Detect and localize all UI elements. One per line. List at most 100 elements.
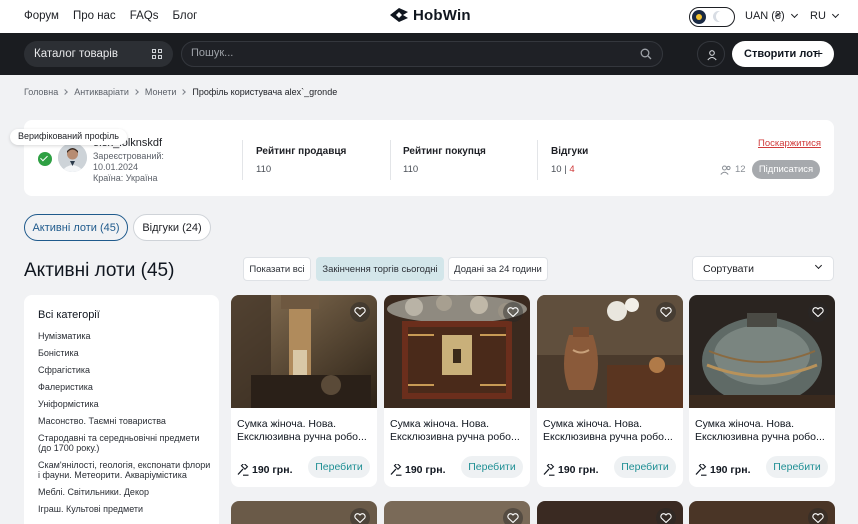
filter-ending-today[interactable]: Закінчення торгів сьогодні: [316, 257, 444, 281]
sort-label: Сортувати: [703, 263, 754, 275]
search-icon[interactable]: [640, 48, 652, 60]
chevron-right-icon: [180, 89, 187, 95]
chevron-down-icon: [814, 261, 823, 270]
heart-icon: [812, 513, 824, 523]
favorite-button[interactable]: [808, 508, 828, 524]
top-nav: Форум Про нас FAQs Блог HobWin UAN (₴) R…: [0, 0, 858, 33]
theme-toggle[interactable]: [689, 7, 735, 27]
currency-select[interactable]: UAN (₴): [745, 10, 798, 22]
create-lot-label: Створити лот: [744, 48, 819, 60]
reviews-summary: Відгуки 10 | 4: [551, 146, 588, 175]
buyer-rating-value: 110: [403, 164, 419, 175]
category-item[interactable]: Скам'янілості, геологія, експонати флори…: [38, 460, 213, 480]
category-item[interactable]: Масонство. Таємні товариства: [38, 416, 213, 426]
category-item[interactable]: Нумізматика: [38, 331, 213, 341]
verified-check-icon[interactable]: [38, 152, 52, 166]
create-lot-button[interactable]: Створити лот +: [732, 41, 834, 67]
product-title[interactable]: Сумка жіноча. Нова. Ексклюзивна ручна ро…: [695, 418, 831, 444]
product-card[interactable]: [231, 501, 377, 524]
product-title-line1: Сумка жіноча. Нова.: [543, 418, 643, 430]
heart-icon: [354, 307, 366, 317]
heart-icon: [507, 307, 519, 317]
product-card[interactable]: [384, 501, 530, 524]
breadcrumb-antiques[interactable]: Антикваріати: [74, 87, 129, 97]
favorite-button[interactable]: [503, 508, 523, 524]
nav-about-link[interactable]: Про нас: [73, 10, 116, 22]
favorite-button[interactable]: [350, 508, 370, 524]
outbid-button[interactable]: Перебити: [766, 456, 828, 478]
divider: [537, 140, 538, 180]
seller-rating-label: Рейтинг продавця: [256, 146, 347, 157]
catalog-button[interactable]: Каталог товарів: [24, 41, 173, 67]
logo-text: HobWin: [413, 6, 471, 24]
outbid-button[interactable]: Перебити: [614, 456, 676, 478]
category-item[interactable]: Стародавні та середньовічні предмети (до…: [38, 433, 213, 453]
breadcrumb-home[interactable]: Головна: [24, 87, 58, 97]
product-card[interactable]: Сумка жіноча. Нова. Ексклюзивна ручна ро…: [231, 295, 377, 487]
nav-forum-link[interactable]: Форум: [24, 10, 59, 22]
registered-date: Зареєстрований: 10.01.2024: [93, 151, 164, 172]
filter-added-24h[interactable]: Додані за 24 години: [448, 257, 548, 281]
product-card[interactable]: [689, 501, 835, 524]
avatar-photo: [58, 143, 87, 172]
search-box: [181, 41, 663, 67]
category-item[interactable]: Меблі. Світильники. Декор: [38, 487, 213, 497]
category-item[interactable]: Боністика: [38, 348, 213, 358]
product-card[interactable]: Сумка жіноча. Нова. Ексклюзивна ручна ро…: [384, 295, 530, 487]
registration-info: Зареєстрований: 10.01.2024 Країна: Украї…: [93, 151, 173, 184]
category-item[interactable]: Сфрагістика: [38, 365, 213, 375]
favorite-button[interactable]: [656, 302, 676, 322]
product-card[interactable]: Сумка жіноча. Нова. Ексклюзивна ручна ро…: [689, 295, 835, 487]
outbid-button[interactable]: Перебити: [308, 456, 370, 478]
currency-value: UAN (₴): [745, 10, 785, 22]
tab-reviews[interactable]: Відгуки (24): [133, 214, 211, 241]
subscribe-button[interactable]: Підписатися: [752, 160, 820, 179]
search-input[interactable]: [191, 47, 611, 59]
nav-faqs-link[interactable]: FAQs: [130, 10, 159, 22]
product-title[interactable]: Сумка жіноча. Нова. Ексклюзивна ручна ро…: [543, 418, 679, 444]
category-item[interactable]: Фалеристика: [38, 382, 213, 392]
tab-active-lots[interactable]: Активні лоти (45): [24, 214, 128, 241]
outbid-button[interactable]: Перебити: [461, 456, 523, 478]
favorite-button[interactable]: [808, 302, 828, 322]
divider: [390, 140, 391, 180]
sort-select[interactable]: Сортувати: [692, 256, 834, 281]
logo-icon: [390, 8, 408, 22]
heart-icon: [812, 307, 824, 317]
search-toolbar: Каталог товарів Створити лот +: [0, 33, 858, 75]
favorite-button[interactable]: [503, 302, 523, 322]
product-title[interactable]: Сумка жіноча. Нова. Ексклюзивна ручна ро…: [390, 418, 526, 444]
product-card[interactable]: [537, 501, 683, 524]
categories-head[interactable]: Всі категорії: [38, 309, 219, 321]
logo[interactable]: HobWin: [389, 6, 471, 24]
product-title-line2: Ексклюзивна ручна робо...: [695, 431, 825, 443]
product-card[interactable]: Сумка жіноча. Нова. Ексклюзивна ручна ро…: [537, 295, 683, 487]
country: Країна: Україна: [93, 173, 158, 183]
nav-blog-link[interactable]: Блог: [172, 10, 197, 22]
filter-show-all[interactable]: Показати всі: [243, 257, 311, 281]
top-links: Форум Про нас FAQs Блог: [24, 10, 197, 22]
user-icon: [707, 50, 717, 61]
category-item[interactable]: Уніформістика: [38, 399, 213, 409]
reviews-counts: 10 | 4: [551, 164, 575, 175]
followers-value: 12: [735, 164, 746, 175]
product-title-line2: Ексклюзивна ручна робо...: [237, 431, 367, 443]
complain-link[interactable]: Поскаржитися: [758, 138, 821, 149]
price-value: 190 грн.: [710, 464, 751, 476]
heart-icon: [660, 307, 672, 317]
moon-icon: [716, 11, 727, 22]
breadcrumb-coins[interactable]: Монети: [145, 87, 176, 97]
seller-rating-value: 110: [256, 164, 272, 175]
favorite-button[interactable]: [350, 302, 370, 322]
user-button[interactable]: [697, 41, 725, 67]
favorite-button[interactable]: [656, 508, 676, 524]
language-select[interactable]: RU: [810, 10, 839, 22]
avatar[interactable]: [58, 143, 87, 172]
followers-count: 12: [720, 164, 746, 175]
seller-rating: Рейтинг продавця 110: [256, 146, 346, 175]
product-price: 190 грн.: [237, 464, 292, 476]
users-icon: [720, 165, 731, 175]
category-item[interactable]: Іграш. Культові предмети: [38, 504, 213, 514]
plus-icon: +: [814, 45, 823, 61]
product-title[interactable]: Сумка жіноча. Нова. Ексклюзивна ручна ро…: [237, 418, 373, 444]
